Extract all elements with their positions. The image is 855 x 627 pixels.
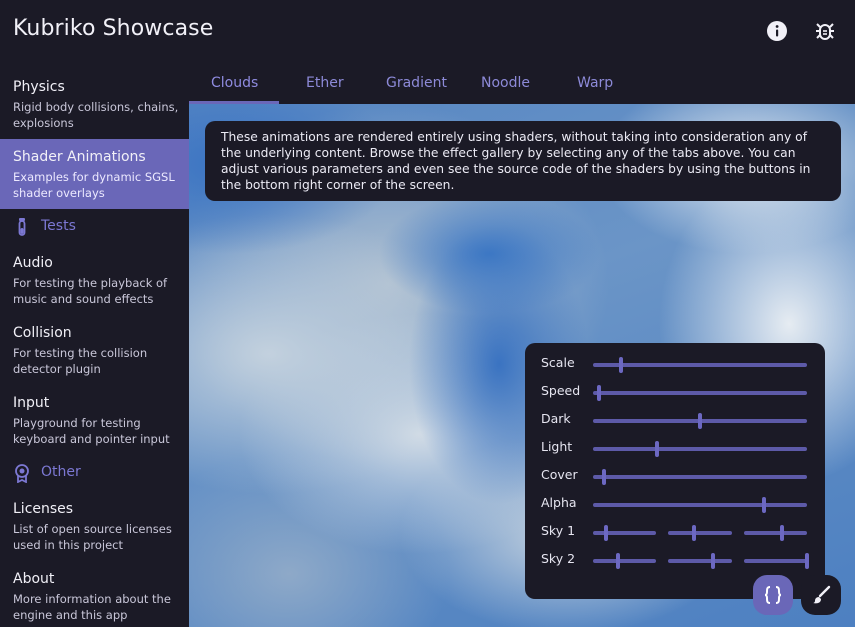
shader-controls-panel: Scale Speed Dark Light Cover Alpha Sky 1 Sky 2 [525,343,825,599]
slider-thumb[interactable] [762,497,767,513]
control-label: Alpha [541,495,577,510]
control-label: Dark [541,411,571,426]
slider-thumb[interactable] [698,413,702,429]
slider-thumb[interactable] [655,441,660,457]
app-title: Kubriko Showcase [13,16,214,41]
app-header: Kubriko Showcase [0,0,855,63]
slider-thumb[interactable] [710,553,715,569]
control-slider[interactable] [593,357,807,373]
control-slider[interactable] [743,525,807,541]
brush-icon [813,585,831,604]
control-slider[interactable] [593,553,657,569]
control-label: Light [541,439,573,454]
sidebar-item-audio[interactable]: Audio For testing the playback of music … [0,247,189,317]
sidebar-item-title: Collision [13,325,72,341]
sidebar-item-title: Shader Animations [13,149,146,165]
control-slider[interactable] [668,525,732,541]
sidebar-item-desc: For testing the playback of music and so… [13,276,168,306]
sidebar-item-input[interactable]: Input Playground for testing keyboard an… [0,387,189,457]
adjust-parameters-button[interactable] [801,575,841,615]
control-slider[interactable] [593,413,807,429]
sidebar-item-title: Licenses [13,501,74,517]
sidebar-item-licenses[interactable]: Licenses List of open source licenses us… [0,493,189,563]
slider-thumb[interactable] [601,469,606,485]
sidebar-section-label: Tests [41,218,76,234]
bug-icon [816,23,834,40]
slider-thumb[interactable] [616,553,621,569]
sidebar-item-physics[interactable]: Physics Rigid body collisions, chains, e… [0,71,189,139]
sidebar-item-desc: Examples for dynamic SGSL shader overlay… [13,170,175,200]
sidebar-item-desc: Rigid body collisions, chains, explosion… [13,100,179,130]
control-slider[interactable] [593,525,657,541]
control-slider[interactable] [593,385,807,401]
sidebar-item-desc: More information about the engine and th… [13,592,171,622]
control-label: Sky 1 [541,523,576,538]
info-icon [767,21,787,41]
control-slider[interactable] [593,469,807,485]
tab-warp[interactable]: Warp [577,75,613,91]
info-button[interactable] [764,18,790,44]
sidebar-section-other: Other [0,456,189,490]
control-label: Speed [541,383,581,398]
slider-thumb[interactable] [618,357,623,373]
tab-ether[interactable]: Ether [306,75,344,91]
sidebar-item-desc: Playground for testing keyboard and poin… [13,416,170,446]
sidebar-item-desc: For testing the collision detector plugi… [13,346,148,376]
control-label: Cover [541,467,578,482]
badge-icon [15,464,29,483]
control-label: Scale [541,355,575,370]
slider-thumb[interactable] [779,525,784,541]
tab-clouds[interactable]: Clouds [211,75,258,91]
tab-gradient[interactable]: Gradient [386,75,447,91]
control-slider[interactable] [668,553,732,569]
sidebar-item-shader-animations[interactable]: Shader Animations Examples for dynamic S… [0,139,189,209]
sidebar: Physics Rigid body collisions, chains, e… [0,63,189,627]
sidebar-item-about[interactable]: About More information about the engine … [0,563,189,627]
sidebar-item-title: Input [13,395,50,411]
sidebar-item-title: About [13,571,55,587]
sidebar-item-title: Physics [13,79,65,95]
sidebar-section-tests: Tests [0,210,189,244]
sidebar-item-title: Audio [13,255,53,271]
slider-thumb[interactable] [804,553,809,569]
sidebar-section-label: Other [41,464,81,480]
control-slider[interactable] [593,497,807,513]
info-notice: These animations are rendered entirely u… [205,121,841,201]
tab-bar: Clouds Ether Gradient Noodle Warp [189,63,855,104]
slider-thumb[interactable] [603,525,608,541]
sidebar-item-desc: List of open source licenses used in thi… [13,522,172,552]
slider-thumb[interactable] [597,385,602,401]
sidebar-item-collision[interactable]: Collision For testing the collision dete… [0,317,189,387]
test-tube-icon [18,218,26,236]
slider-thumb[interactable] [691,525,696,541]
control-label: Sky 2 [541,551,576,566]
tab-noodle[interactable]: Noodle [481,75,530,91]
show-source-button[interactable] [753,575,793,615]
code-braces-icon [764,586,782,604]
debug-button[interactable] [812,18,838,44]
control-slider[interactable] [593,441,807,457]
control-slider[interactable] [743,553,809,569]
